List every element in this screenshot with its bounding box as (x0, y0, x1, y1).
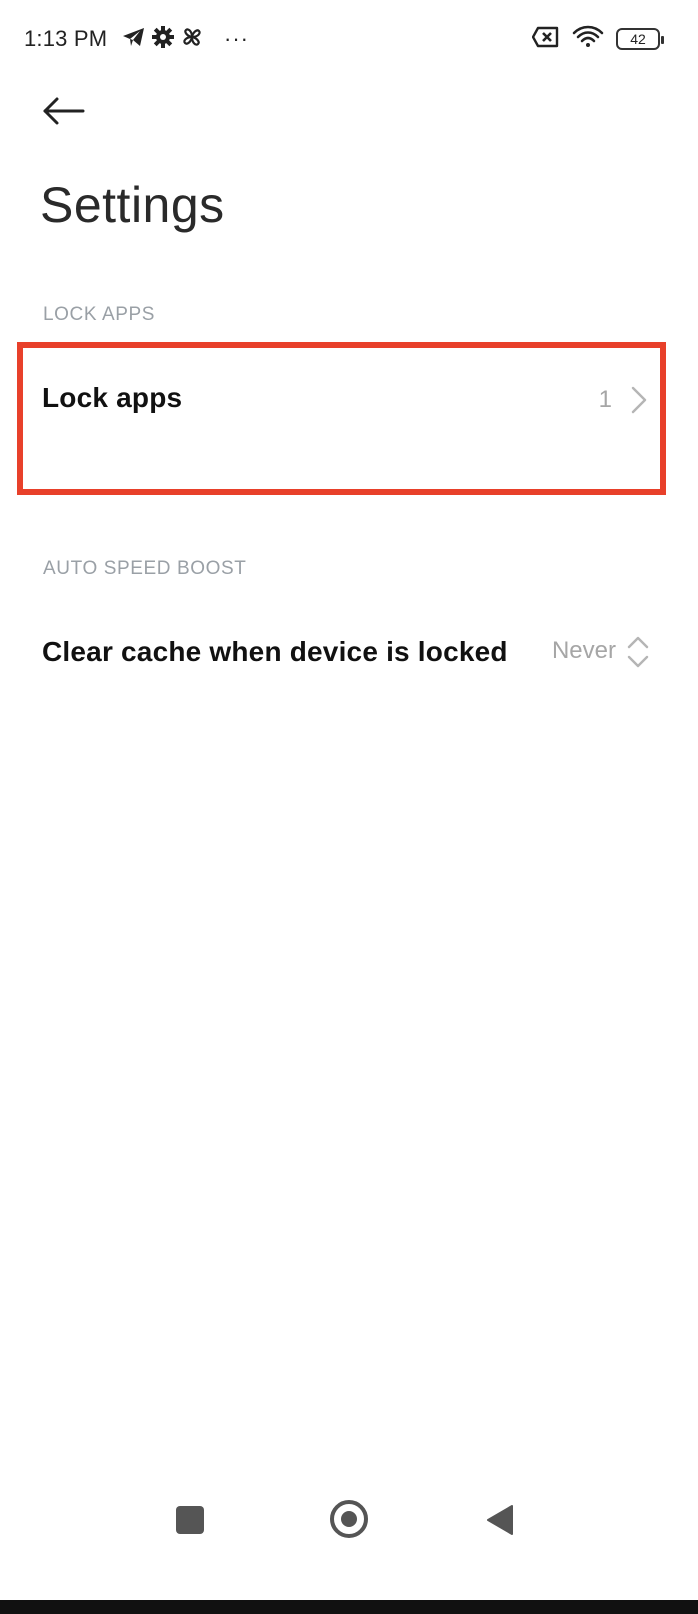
telegram-icon (122, 26, 146, 53)
status-left-icons: ··· (122, 25, 249, 54)
settings-screen: 1:13 PM ··· 42 Settings LOCK APPS Lock a… (0, 0, 698, 1614)
more-dots-icon: ··· (224, 26, 249, 51)
clear-cache-label: Clear cache when device is locked (42, 636, 508, 667)
back-button[interactable] (36, 88, 90, 134)
back-triangle-icon[interactable] (484, 1504, 514, 1536)
lock-apps-row[interactable]: Lock apps 1 (0, 346, 698, 456)
bottom-edge (0, 1600, 698, 1614)
recents-square-icon[interactable] (176, 1506, 204, 1534)
status-right-icons: 42 (531, 25, 664, 54)
clear-cache-row[interactable]: Clear cache when device is locked Never (0, 612, 698, 692)
clear-cache-value: Never (551, 637, 616, 664)
gear-icon (152, 25, 174, 53)
section-header-lock-apps: LOCK APPS (43, 304, 156, 325)
wifi-icon (572, 25, 604, 54)
pinwheel-icon (180, 25, 204, 54)
status-time: 1:13 PM (24, 26, 108, 51)
chevron-right-icon (631, 386, 647, 414)
arrow-left-icon (43, 97, 85, 125)
navigation-bar (0, 1480, 698, 1560)
page-title: Settings (40, 177, 225, 233)
lock-apps-label: Lock apps (42, 382, 183, 413)
home-circle-icon[interactable] (330, 1500, 368, 1538)
battery-icon: 42 (616, 28, 664, 50)
no-sim-icon (531, 26, 560, 53)
status-bar: 1:13 PM ··· 42 (0, 0, 698, 80)
lock-apps-count: 1 (598, 386, 612, 413)
chevron-up-down-icon (627, 636, 649, 668)
section-header-auto-speed-boost: AUTO SPEED BOOST (43, 558, 247, 579)
home-dot (341, 1511, 357, 1527)
